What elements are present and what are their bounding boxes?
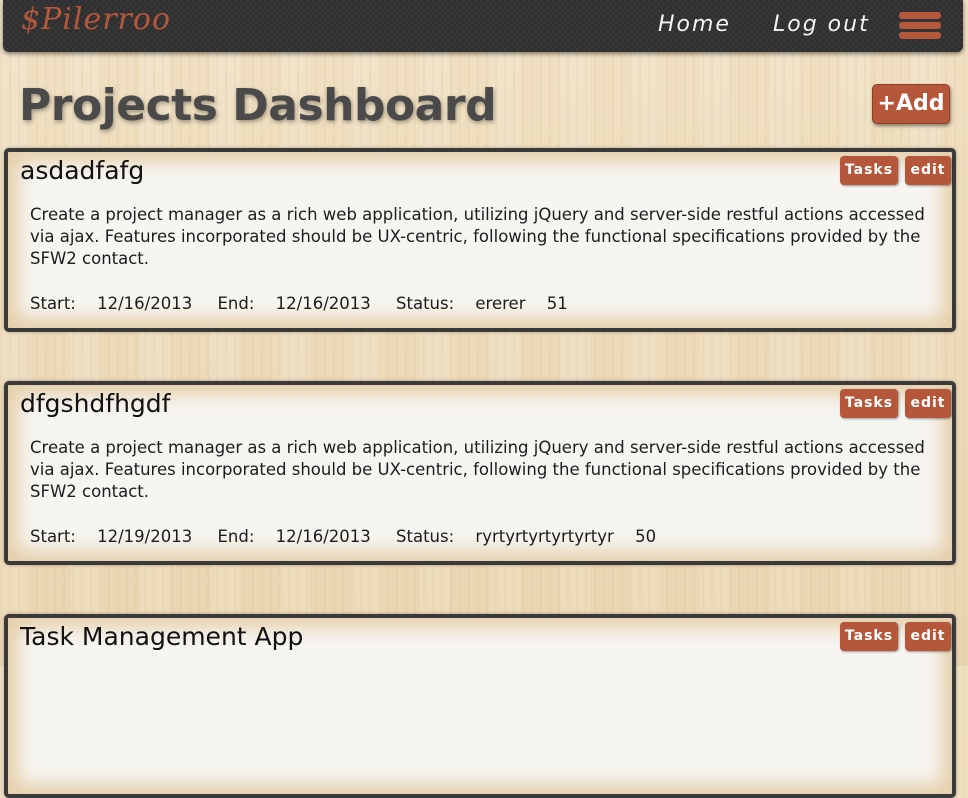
start-date: 12/16/2013 — [97, 294, 193, 313]
status-label: Status: — [396, 527, 455, 546]
start-label: Start: — [30, 294, 76, 313]
project-meta: Start: 12/16/2013 End: 12/16/2013 Status… — [30, 294, 584, 313]
menu-icon[interactable] — [899, 12, 941, 40]
start-label: Start: — [30, 527, 76, 546]
project-name: Task Management App — [20, 622, 304, 651]
edit-button[interactable]: edit — [905, 156, 951, 185]
project-description: Create a project manager as a rich web a… — [30, 438, 925, 501]
tasks-button[interactable]: Tasks — [840, 156, 898, 185]
add-project-button[interactable]: +Add — [872, 84, 950, 124]
project-meta: Start: 12/19/2013 End: 12/16/2013 Status… — [30, 527, 672, 546]
start-date: 12/19/2013 — [97, 527, 193, 546]
status-value: ererer — [475, 294, 526, 313]
project-card: Task Management App Tasks edit — [4, 614, 956, 798]
end-label: End: — [217, 527, 255, 546]
navbar: $Pilerroo Home Log out — [3, 0, 963, 52]
status-label: Status: — [396, 294, 455, 313]
menu-icon-bar — [899, 12, 941, 19]
status-value: ryrtyrtyrtyrtyrtyr — [475, 527, 614, 546]
project-name: dfgshdfhgdf — [20, 389, 171, 418]
end-label: End: — [217, 294, 255, 313]
menu-icon-bar — [899, 32, 941, 39]
tasks-button[interactable]: Tasks — [840, 389, 898, 418]
nav-home-link[interactable]: Home — [658, 12, 731, 37]
progress-value: 50 — [635, 527, 657, 546]
app-logo[interactable]: $Pilerroo — [21, 2, 171, 37]
page-title: Projects Dashboard — [19, 80, 497, 131]
project-card: dfgshdfhgdf Tasks edit Create a project … — [4, 381, 956, 565]
nav-logout-link[interactable]: Log out — [773, 12, 870, 37]
end-date: 12/16/2013 — [275, 294, 371, 313]
edit-button[interactable]: edit — [905, 389, 951, 418]
progress-value: 51 — [546, 294, 568, 313]
tasks-button[interactable]: Tasks — [840, 622, 898, 651]
project-description: Create a project manager as a rich web a… — [30, 205, 925, 268]
edit-button[interactable]: edit — [905, 622, 951, 651]
project-name: asdadfafg — [20, 156, 145, 185]
end-date: 12/16/2013 — [275, 527, 371, 546]
project-card: asdadfafg Tasks edit Create a project ma… — [4, 148, 956, 332]
menu-icon-bar — [899, 22, 941, 29]
